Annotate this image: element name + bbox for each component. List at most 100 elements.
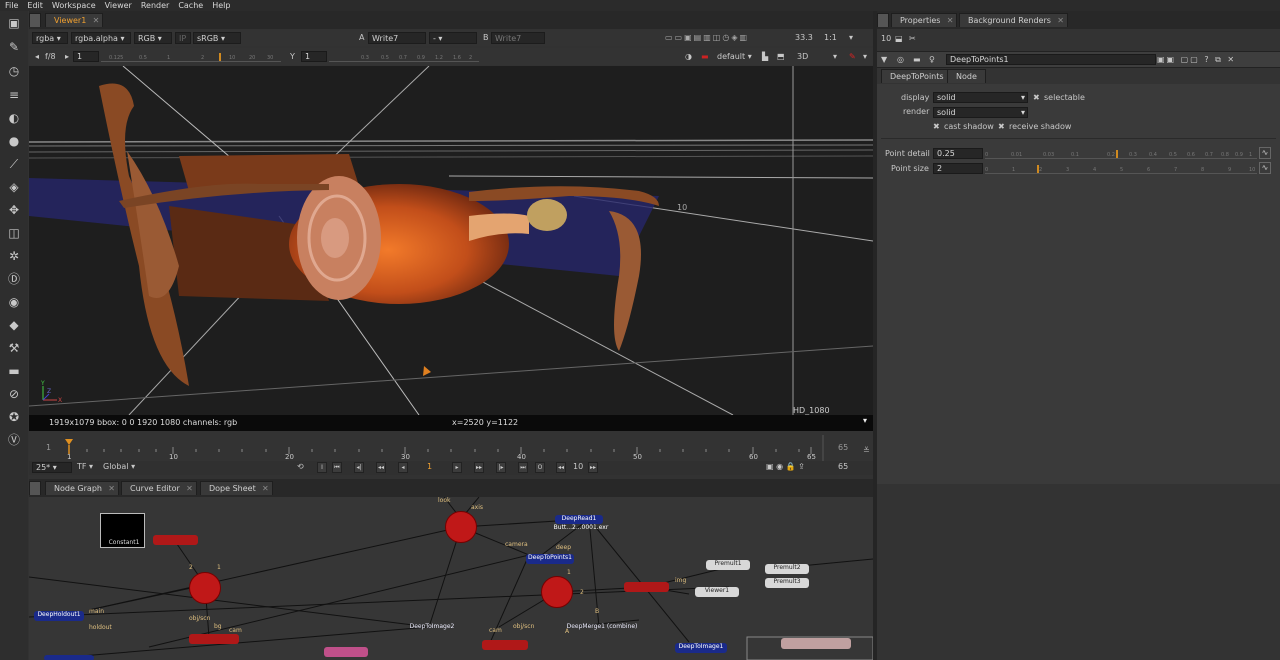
camera-icon[interactable]: ▙ [762,51,768,63]
viewer-viewport[interactable]: 10 HD_1080 Y X Z [29,66,873,415]
deeptopoints-node[interactable]: DeepToPoints1 [526,554,574,564]
end-frame-field[interactable]: 65 [838,461,848,473]
menu-render[interactable]: Render [136,0,173,11]
play-back-icon[interactable]: ◂ [398,462,408,473]
particles-icon[interactable]: ✲ [6,248,22,264]
compare-dropdown[interactable]: - ▾ [429,32,477,44]
metadata-icon[interactable]: ◆ [6,317,22,333]
channel-icon[interactable]: ≡ [6,87,22,103]
premult3-node[interactable]: Premult3 [765,578,809,588]
backdrop-node[interactable] [781,638,851,649]
channels-dropdown[interactable]: rgba ▾ [32,32,68,44]
image-icon[interactable]: ▣ [6,15,22,31]
curve-icon[interactable]: ∿ [1259,147,1271,159]
ratio-value[interactable]: 1:1 [824,32,837,44]
lock-icon[interactable]: ⬓ [895,33,903,45]
close-icon[interactable]: ✕ [947,14,954,28]
dim-dropdown[interactable]: 3D [797,51,808,63]
node-name-field[interactable]: DeepToPoints1 [946,54,1156,65]
a-input-dropdown[interactable]: Write7 [368,32,426,44]
deep-icon[interactable]: Ⓓ [6,271,22,287]
tab-properties[interactable]: Properties ✕ [891,13,958,28]
prev-key-icon[interactable]: ◂| [354,462,364,473]
nuke-icon[interactable]: ✪ [6,409,22,425]
in-point-icon[interactable]: I [317,462,327,473]
range-dropdown[interactable]: Global ▾ [103,461,135,473]
next-key-icon[interactable]: |▸ [496,462,506,473]
deepread-node[interactable]: DeepRead1 [555,515,603,524]
playback-icons[interactable]: ▣ ◉ 🔒 ⇪ [766,461,805,473]
b-input-dropdown[interactable]: Write7 [491,32,545,44]
receive-shadow-checkbox[interactable]: ✖ [998,121,1005,133]
playhead-marker[interactable] [65,439,73,445]
next-frame-icon[interactable]: ▸▸ [474,462,484,473]
point-detail-field[interactable]: 0.25 [933,148,983,159]
furnace-icon[interactable]: ⊘ [6,386,22,402]
red-node-3[interactable] [189,634,239,644]
tab-background-renders[interactable]: Background Renders ✕ [959,13,1068,27]
display-dropdown[interactable]: solid ▾ [933,92,1028,103]
render-mode-icon[interactable]: ◑ [685,51,692,63]
other-icon[interactable]: ▬ [6,363,22,379]
ip-toggle[interactable]: IP [175,32,191,44]
draw-icon[interactable]: ✎ [6,39,22,55]
deepmerge-node[interactable]: DeepMerge1 (combine) [559,623,645,631]
render-dropdown[interactable]: solid ▾ [933,107,1028,118]
tab-viewer1[interactable]: Viewer1 ✕ [45,13,104,28]
deeptoimage1-node[interactable]: DeepToImage1 [675,643,727,653]
close-icon[interactable]: ✕ [108,482,115,496]
step-back-icon[interactable]: ◂◂ [556,462,566,473]
gain-field[interactable]: 1 [73,51,99,62]
viewer-toggle-icon[interactable]: ◎ [897,54,904,66]
menu-file[interactable]: File [0,0,22,11]
point-size-field[interactable]: 2 [933,163,983,174]
gamma-field[interactable]: 1 [301,51,327,62]
red-node[interactable] [153,535,198,545]
selectable-checkbox[interactable]: ✖ [1033,92,1040,104]
menu-edit[interactable]: Edit [22,0,47,11]
close-icon[interactable]: ✕ [93,14,100,28]
premult1-node[interactable]: Premult1 [706,560,750,570]
cast-shadow-checkbox[interactable]: ✖ [933,121,940,133]
record-icon[interactable]: ▬ [701,51,709,63]
validate-icon[interactable]: Ⓥ [6,432,22,448]
red-node-4[interactable] [482,640,528,650]
current-frame[interactable]: 1 [427,461,432,473]
point-detail-slider[interactable]: 0 0.01 0.03 0.1 0.2 0.3 0.4 0.5 0.6 0.7 … [985,148,1257,159]
tab-node-graph[interactable]: Node Graph ✕ [45,481,119,495]
transform-icon[interactable]: ✥ [6,202,22,218]
view-mode-dropdown[interactable]: default ▾ [717,51,752,63]
close-icon[interactable]: ✕ [262,482,269,496]
out-point-icon[interactable]: O [535,462,545,473]
premult2-node[interactable]: Premult2 [765,564,809,574]
max-panels-field[interactable]: 10 [881,33,891,45]
loop-icon[interactable]: ⟲ [297,461,304,473]
viewer1-node[interactable]: Viewer1 [695,587,739,597]
color-icon[interactable]: ◐ [6,110,22,126]
scene-node[interactable] [541,576,573,608]
menu-help[interactable]: Help [207,0,234,11]
timeline[interactable]: 1 1 10 20 30 40 50 60 65 65 ≚ [29,431,873,461]
deepholdout-node[interactable]: DeepHoldout1 [34,611,84,621]
menu-workspace[interactable]: Workspace [47,0,100,11]
pencil-icon[interactable]: ✎ [849,51,856,63]
camera-node[interactable] [445,511,477,543]
toolsets-icon[interactable]: ⚒ [6,340,22,356]
deep-node-bottom[interactable] [44,655,94,660]
point-size-slider[interactable]: 0 1 2 3 4 5 6 7 8 9 10 [985,163,1257,174]
step-value[interactable]: 10 [573,461,583,473]
tab-curve-editor[interactable]: Curve Editor ✕ [121,481,197,495]
merge-icon[interactable]: ◈ [6,179,22,195]
panel-splitter[interactable] [873,11,877,660]
timeline-ruler[interactable]: 1 10 20 30 40 50 60 65 [29,431,873,461]
fstop-up-icon[interactable]: ▸ [65,51,69,63]
panel-menu-icon[interactable] [29,481,41,495]
fstop-down-icon[interactable]: ◂ [35,51,39,63]
menu-cache[interactable]: Cache [173,0,207,11]
menu-viewer[interactable]: Viewer [100,0,136,11]
node-graph[interactable]: Constant1 2 1 look axis DeepRead1 Butt..… [29,497,873,660]
last-frame-icon[interactable]: ⏭ [518,462,528,473]
panel-menu-icon[interactable] [877,13,889,27]
3d-icon[interactable]: ◫ [6,225,22,241]
dim-chevron-icon[interactable]: ▾ [833,51,837,63]
